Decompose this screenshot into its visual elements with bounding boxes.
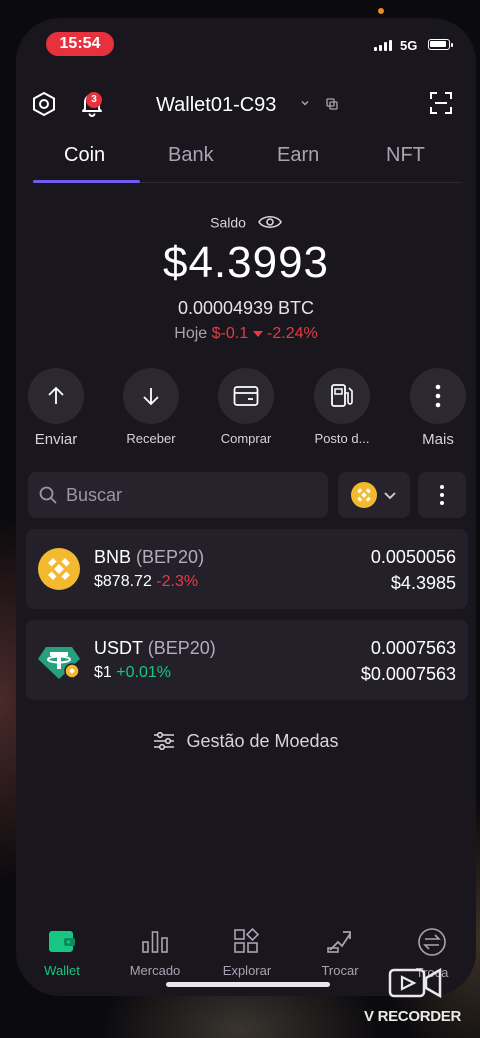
nav-explore[interactable]: Explorar bbox=[202, 927, 292, 978]
asset-row-bnb[interactable]: BNB (BEP20) $878.72 -2.3% 0.0050056 $4.3… bbox=[26, 529, 468, 609]
nav-wallet[interactable]: Wallet bbox=[17, 928, 107, 978]
balance-amount: $4.3993 bbox=[162, 238, 330, 287]
arrow-down-icon bbox=[143, 388, 159, 406]
explore-grid-icon bbox=[234, 927, 260, 953]
asset-name: USDT (BEP20) bbox=[94, 638, 216, 659]
watermark-text: V RECORDER bbox=[364, 1008, 462, 1025]
asset-symbol: USDT bbox=[94, 638, 143, 658]
manage-coins-link[interactable]: Gestão de Moedas bbox=[16, 730, 476, 752]
balance-label-row: Saldo bbox=[16, 213, 476, 230]
phone-screen: 15:54 5G 3 Wallet01-C93 Coin Bank Earn N… bbox=[16, 18, 476, 996]
bar-chart-icon bbox=[142, 931, 168, 953]
usdt-logo-icon bbox=[38, 647, 80, 679]
wallet-icon bbox=[49, 931, 75, 952]
recorder-watermark: V RECORDER bbox=[364, 966, 474, 1030]
asset-quantity: 0.0007563 bbox=[370, 638, 456, 658]
scan-icon bbox=[430, 92, 452, 114]
arrow-up-icon bbox=[48, 386, 64, 404]
eye-icon[interactable] bbox=[257, 214, 282, 230]
today-label: Hoje bbox=[174, 325, 208, 342]
receive-action[interactable]: Receber bbox=[106, 368, 196, 446]
more-circle bbox=[410, 368, 466, 424]
recording-indicator bbox=[378, 8, 384, 14]
buy-label: Comprar bbox=[220, 431, 272, 446]
asset-network: (BEP20) bbox=[147, 638, 216, 658]
copy-icon[interactable] bbox=[326, 98, 338, 110]
fuel-station-action[interactable]: Posto d... bbox=[297, 368, 387, 446]
asset-price-value: $1 bbox=[94, 664, 112, 681]
status-bar: 15:54 5G bbox=[16, 18, 476, 68]
tab-bank[interactable]: Bank bbox=[168, 144, 214, 167]
send-circle bbox=[28, 368, 84, 424]
asset-price: $1 +0.01% bbox=[94, 664, 171, 682]
search-icon bbox=[39, 486, 57, 504]
asset-quantity: 0.0050056 bbox=[370, 547, 456, 567]
scan-button[interactable] bbox=[428, 90, 454, 116]
asset-change: -2.3% bbox=[156, 573, 199, 590]
asset-name: BNB (BEP20) bbox=[94, 547, 204, 568]
sliders-icon bbox=[154, 732, 175, 751]
asset-value: $4.3985 bbox=[390, 573, 456, 593]
receive-circle bbox=[123, 368, 179, 424]
more-vertical-icon bbox=[440, 485, 444, 505]
today-change-percent: -2.24% bbox=[267, 325, 318, 342]
tab-nft[interactable]: NFT bbox=[386, 144, 425, 167]
card-icon bbox=[233, 386, 259, 406]
chevron-down-icon bbox=[384, 492, 396, 500]
asset-price-value: $878.72 bbox=[94, 573, 152, 590]
asset-row-usdt[interactable]: USDT (BEP20) $1 +0.01% 0.0007563 $0.0007… bbox=[26, 620, 468, 700]
nav-explore-label: Explorar bbox=[222, 963, 272, 978]
send-label: Enviar bbox=[34, 431, 78, 448]
buy-circle bbox=[218, 368, 274, 424]
search-input[interactable] bbox=[64, 483, 308, 507]
search-box bbox=[28, 472, 328, 518]
asset-symbol: BNB bbox=[94, 547, 132, 567]
signal-icon bbox=[374, 40, 392, 51]
nav-wallet-label: Wallet bbox=[44, 963, 80, 978]
status-time: 15:54 bbox=[46, 32, 114, 56]
asset-value: $0.0007563 bbox=[360, 664, 456, 684]
more-vertical-icon bbox=[435, 384, 441, 408]
asset-network: (BEP20) bbox=[136, 547, 205, 567]
today-change-row: Hoje $-0.1 -2.24% bbox=[16, 325, 476, 343]
balance-label: Saldo bbox=[210, 214, 246, 231]
exchange-icon bbox=[418, 928, 446, 956]
wallet-name[interactable]: Wallet01-C93 bbox=[156, 94, 276, 117]
manage-coins-label: Gestão de Moedas bbox=[186, 730, 339, 751]
bnb-chain-icon bbox=[351, 482, 377, 508]
tab-coin[interactable]: Coin bbox=[64, 144, 105, 167]
fuel-station-label: Posto d... bbox=[314, 431, 370, 446]
list-options-button[interactable] bbox=[418, 472, 466, 518]
asset-price: $878.72 -2.3% bbox=[94, 573, 198, 591]
receive-label: Receber bbox=[126, 431, 176, 446]
home-indicator[interactable] bbox=[166, 982, 330, 987]
tab-active-indicator bbox=[33, 180, 140, 183]
fuel-circle bbox=[314, 368, 370, 424]
nav-market-label: Mercado bbox=[129, 963, 181, 978]
network-type: 5G bbox=[400, 38, 418, 53]
settings-hex-icon bbox=[33, 91, 55, 117]
chevron-down-icon[interactable] bbox=[300, 98, 310, 108]
triangle-down-icon bbox=[252, 330, 263, 337]
nav-market[interactable]: Mercado bbox=[110, 928, 200, 978]
asset-change: +0.01% bbox=[116, 664, 171, 681]
more-action[interactable]: Mais bbox=[393, 368, 476, 448]
quick-actions: Enviar Receber Comprar Posto d... Mais bbox=[16, 368, 476, 458]
settings-button[interactable] bbox=[30, 90, 58, 118]
notification-badge: 3 bbox=[86, 92, 102, 108]
send-action[interactable]: Enviar bbox=[16, 368, 101, 448]
more-label: Mais bbox=[422, 431, 454, 448]
video-recorder-icon bbox=[388, 967, 442, 999]
buy-action[interactable]: Comprar bbox=[201, 368, 291, 446]
tab-bar: Coin Bank Earn NFT bbox=[16, 144, 476, 184]
chain-filter-dropdown[interactable] bbox=[338, 472, 410, 518]
battery-icon bbox=[428, 39, 453, 50]
balance-btc: 0.00004939 BTC bbox=[177, 298, 315, 318]
fuel-station-icon bbox=[331, 384, 353, 407]
swap-hand-icon bbox=[327, 931, 351, 953]
today-change-amount: $-0.1 bbox=[211, 325, 249, 342]
tab-earn[interactable]: Earn bbox=[277, 144, 319, 167]
bnb-logo-icon bbox=[38, 548, 80, 590]
